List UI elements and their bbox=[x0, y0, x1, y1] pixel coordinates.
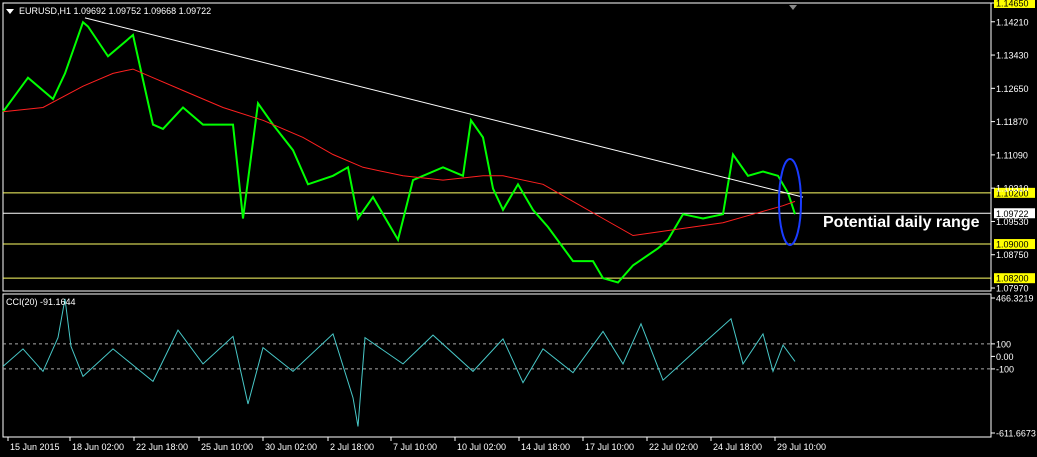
cci-header: CCI(20) -91.1644 bbox=[6, 297, 76, 307]
cci-frame bbox=[2, 293, 992, 438]
time-tick-label: 17 Jul 10:00 bbox=[585, 442, 634, 452]
cci-line bbox=[2, 298, 796, 427]
price-tick-label: 1.07970 bbox=[996, 284, 1029, 294]
annotation-label: Potential daily range bbox=[823, 214, 980, 231]
trend-line bbox=[84, 17, 804, 198]
price-tick-label: 1.14650 bbox=[996, 0, 1029, 9]
time-tick-label: 22 Jun 18:00 bbox=[136, 442, 188, 452]
time-tick-label: 22 Jul 02:00 bbox=[649, 442, 698, 452]
price-header: EURUSD,H1 1.09692 1.09752 1.09668 1.0972… bbox=[19, 6, 211, 16]
price-tick-label: 1.13430 bbox=[996, 51, 1029, 61]
time-tick-label: 10 Jul 02:00 bbox=[457, 442, 506, 452]
price-tick-label: 1.10310 bbox=[996, 184, 1029, 194]
cci-tick-label: -100 bbox=[996, 364, 1014, 374]
cci-tick-label: -611.6673 bbox=[996, 429, 1036, 439]
price-tick-label: 1.14210 bbox=[996, 17, 1029, 27]
cci-tick-label: 100 bbox=[996, 339, 1011, 349]
time-tick-label: 30 Jun 02:00 bbox=[265, 442, 317, 452]
price-levels bbox=[3, 192, 991, 279]
price-tick-label: 1.11090 bbox=[996, 150, 1028, 160]
time-tick-label: 24 Jul 18:00 bbox=[713, 442, 762, 452]
price-series bbox=[2, 17, 804, 284]
time-tick-label: 29 Jul 10:00 bbox=[777, 442, 826, 452]
price-tick-label: 1.11870 bbox=[996, 117, 1028, 127]
cci-tick-label: 0.00 bbox=[996, 352, 1014, 362]
price-frame bbox=[2, 2, 992, 292]
time-tick-label: 25 Jun 10:00 bbox=[201, 442, 253, 452]
price-tick-label: 1.09530 bbox=[996, 217, 1029, 227]
time-axis: 15 Jun 2015 18 Jun 02:00 22 Jun 18:00 25 Ju… bbox=[7, 437, 826, 452]
collapse-arrow-icon[interactable] bbox=[6, 9, 14, 14]
time-tick-label: 14 Jul 18:00 bbox=[521, 442, 570, 452]
price-tick-label: 1.12650 bbox=[996, 84, 1029, 94]
cci-panel bbox=[2, 293, 992, 438]
cci-axis: 466.3219 100 0.00 -100 -611.6673 bbox=[991, 294, 1036, 439]
chart-canvas: 1.102001.097221.090001.082001.146501.142… bbox=[2, 0, 1036, 452]
cci-tick-label: 466.3219 bbox=[996, 294, 1034, 304]
price-line bbox=[2, 20, 796, 284]
price-level-label: 1.09000 bbox=[996, 240, 1029, 250]
time-tick-label: 15 Jun 2015 bbox=[10, 442, 60, 452]
cci-series bbox=[2, 298, 796, 427]
price-tick-label: 1.08750 bbox=[996, 250, 1029, 260]
time-tick-label: 2 Jul 18:00 bbox=[330, 442, 374, 452]
price-axis: 1.102001.097221.090001.082001.146501.142… bbox=[991, 0, 1035, 294]
price-panel bbox=[2, 2, 992, 292]
shift-marker-icon[interactable] bbox=[789, 5, 797, 10]
time-tick-label: 18 Jun 02:00 bbox=[72, 442, 124, 452]
moving-average-line bbox=[2, 68, 796, 237]
time-tick-label: 7 Jul 10:00 bbox=[393, 442, 437, 452]
price-level-label: 1.08200 bbox=[996, 274, 1029, 284]
